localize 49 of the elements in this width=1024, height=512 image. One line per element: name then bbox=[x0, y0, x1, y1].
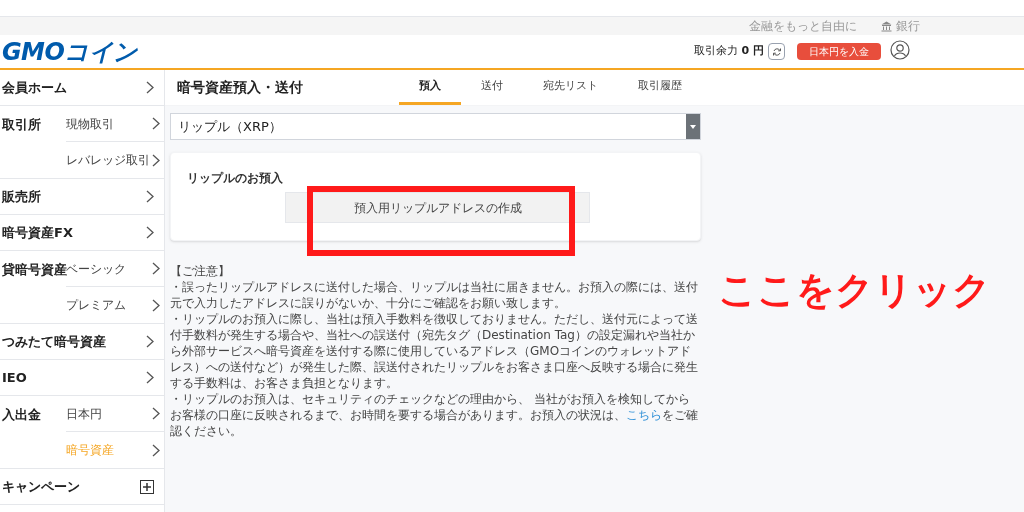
create-address-button[interactable]: 預入用リップルアドレスの作成 bbox=[285, 192, 590, 223]
chevron-right-icon bbox=[152, 407, 160, 420]
sidebar-item[interactable]: プレミアム bbox=[66, 287, 164, 323]
chevron-right-icon bbox=[146, 81, 154, 94]
chevron-right-icon bbox=[146, 371, 154, 384]
sidebar-item[interactable]: つみたて暗号資産 bbox=[0, 324, 164, 360]
sidebar-item[interactable]: 販売所 bbox=[0, 179, 164, 215]
deposit-yen-button[interactable]: 日本円を入金 bbox=[797, 43, 881, 60]
sidebar-item[interactable]: IEO bbox=[0, 360, 164, 396]
plus-box-icon bbox=[140, 479, 154, 494]
notice-title: 【ご注意】 bbox=[170, 263, 231, 279]
notice-text: ・リップルのお預入に際し、当社は預入手数料を徴収しておりません。ただし、送付元によって送付手数料が発生する場合や、当社への誤送付（宛先タグ（Destination Tag）の設定漏れや当社から外部サービスへ暗号資産を送付する際に使用しているアドレス（GMOコインのウォレットアドレス）への送付など）が発生した際、誤送付されたリップルをお客さま口座へ反映する場合に発生する手数料は、お客さま負担となります。 bbox=[170, 311, 699, 391]
sidebar-item[interactable]: 会員ホーム bbox=[0, 70, 164, 106]
sidebar-item[interactable]: 現物取引 bbox=[66, 106, 164, 142]
bank-icon bbox=[881, 20, 892, 32]
dropdown-caret-icon bbox=[690, 124, 696, 129]
tab[interactable]: 取引履歴 bbox=[618, 70, 702, 105]
user-icon[interactable] bbox=[890, 39, 910, 60]
refresh-button[interactable] bbox=[768, 43, 785, 60]
tab[interactable]: 宛先リスト bbox=[523, 70, 618, 105]
sidebar-item[interactable]: キャンペーン bbox=[0, 469, 164, 505]
chevron-right-icon bbox=[152, 117, 160, 130]
annotation-text: ここをクリック bbox=[718, 267, 991, 314]
balance-label: 取引余力 bbox=[693, 43, 738, 60]
tab[interactable]: 送付 bbox=[461, 70, 523, 105]
currency-dropdown[interactable]: リップル（XRP） bbox=[170, 113, 701, 140]
chevron-right-icon bbox=[152, 298, 160, 312]
sidebar-group-label: 貸暗号資産 bbox=[1, 261, 66, 279]
link[interactable]: こちら bbox=[626, 408, 662, 422]
sidebar-item[interactable]: レバレッジ取引 bbox=[66, 142, 164, 178]
chevron-right-icon bbox=[146, 335, 154, 348]
balance-value: 0 円 bbox=[741, 43, 764, 60]
logo: GMOコイン bbox=[1, 36, 138, 68]
chevron-right-icon bbox=[152, 443, 160, 457]
sidebar-item[interactable]: 暗号資産FX bbox=[0, 215, 164, 251]
chevron-right-icon bbox=[146, 190, 154, 203]
card-title: リップルのお預入 bbox=[186, 170, 284, 187]
refresh-icon bbox=[771, 46, 782, 57]
notice-text: ・リップルのお預入は、セキュリティのチェックなどの理由から、 当社がお預入を検知してからお客様の口座に反映されるまで、お時間を要する場合があります。お預入の状況は、こちら をご確認ください。 bbox=[170, 391, 699, 439]
sidebar-group-label: 取引所 bbox=[1, 116, 42, 134]
sidebar-group-label: 入出金 bbox=[1, 406, 42, 424]
page-title: 暗号資産預入・送付 bbox=[176, 78, 304, 97]
chevron-right-icon bbox=[152, 153, 160, 167]
sidebar-item[interactable]: ベーシック bbox=[66, 251, 164, 287]
chevron-right-icon bbox=[152, 262, 160, 275]
sidebar-item[interactable]: 日本円 bbox=[66, 396, 164, 432]
tab[interactable]: 預入 bbox=[399, 70, 461, 105]
chevron-right-icon bbox=[146, 226, 154, 239]
notice-text: ・誤ったリップルアドレスに送付した場合、リップルは当社に届きません。お預入の際には、送付元で入力したアドレスに誤りがないか、十分にご確認をお願い致します。 bbox=[170, 279, 699, 311]
